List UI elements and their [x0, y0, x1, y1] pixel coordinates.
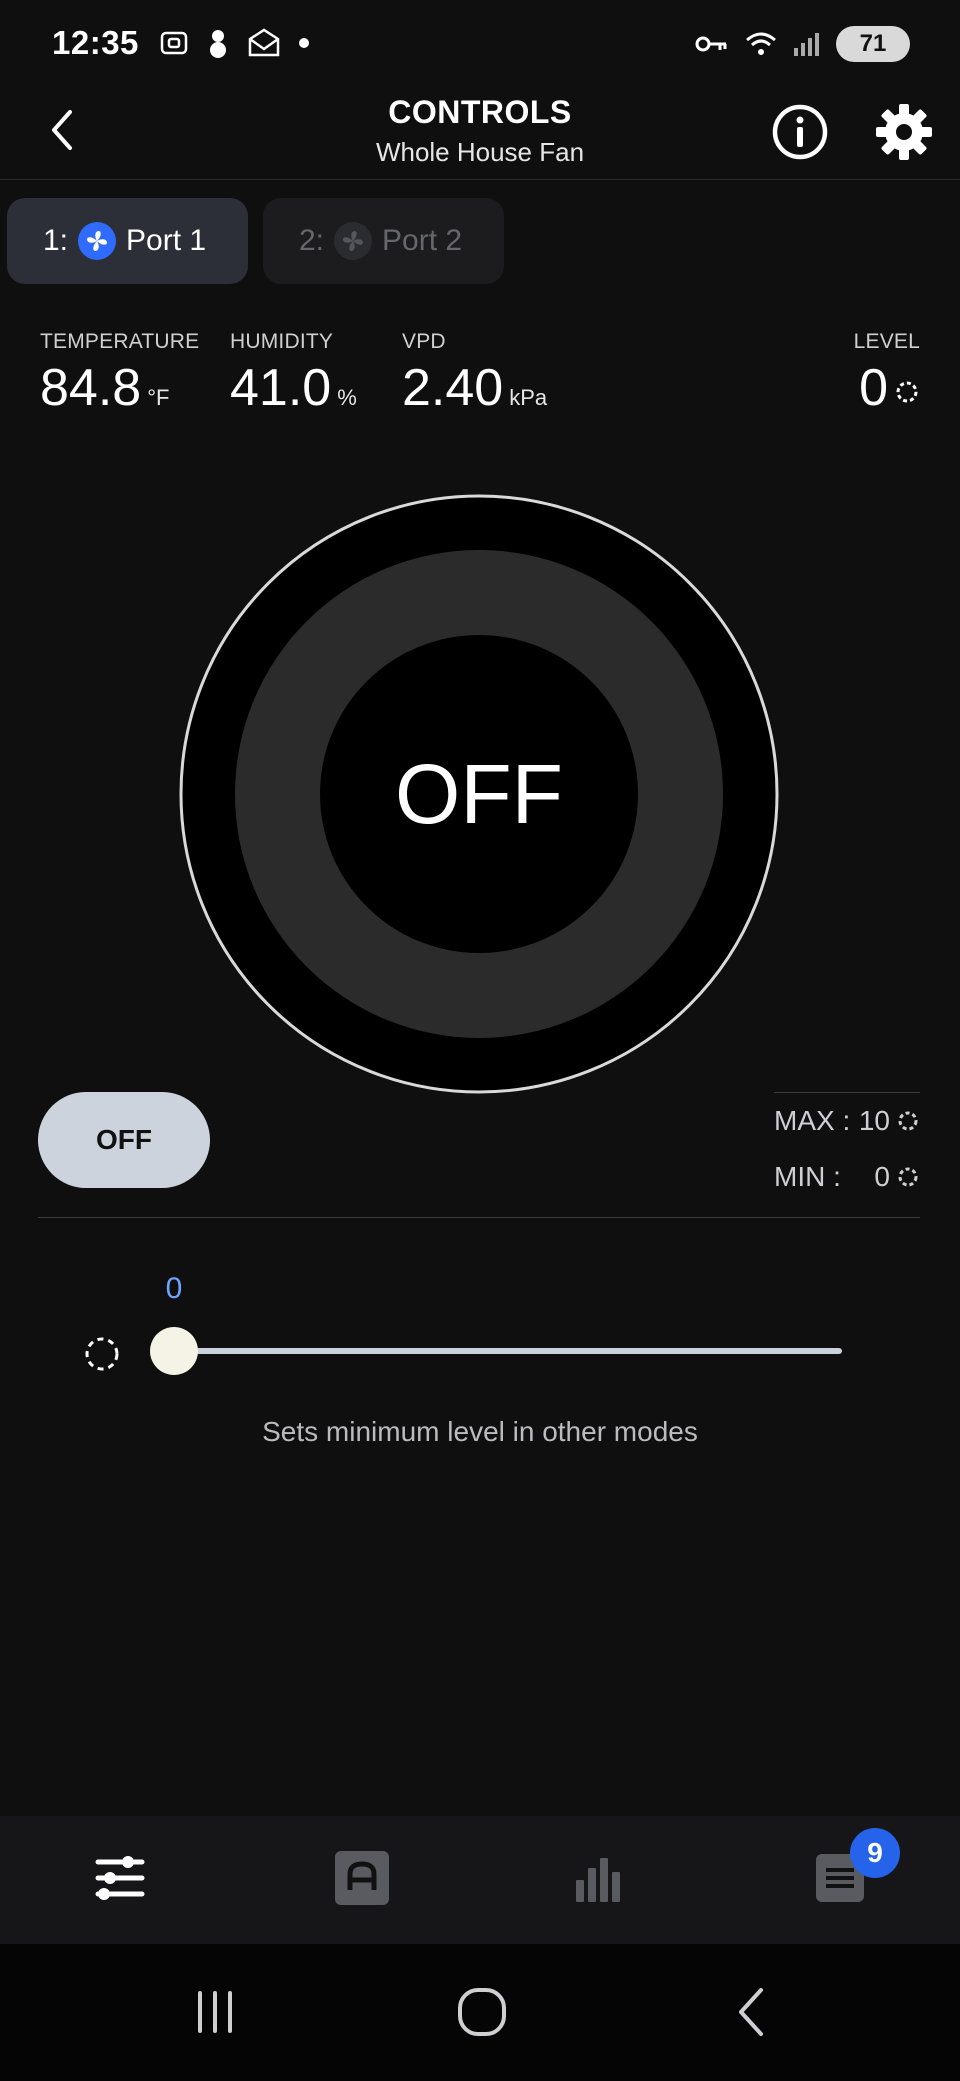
slider-value: 0 [165, 1272, 183, 1305]
gear-icon [876, 104, 932, 160]
port-number: 1: [43, 224, 69, 257]
dial-state-text: OFF [395, 746, 563, 841]
vpd-unit: kPa [509, 385, 548, 410]
tab-controls[interactable] [88, 1846, 152, 1910]
recent-apps-button[interactable] [180, 1982, 250, 2042]
mode-off-button[interactable]: OFF [38, 1092, 210, 1188]
home-icon [458, 1988, 506, 2036]
status-icons-left [158, 27, 312, 59]
max-label: MAX : [774, 1105, 851, 1136]
snowman-icon [210, 30, 226, 58]
vpd-value: 2.40 [402, 359, 504, 417]
wifi-icon [746, 32, 776, 55]
notification-badge: 9 [850, 1828, 900, 1878]
temperature-unit: °F [147, 385, 170, 410]
bottom-tab-bar [0, 1816, 960, 1944]
slider-track[interactable] [174, 1348, 842, 1354]
min-value: 0 [874, 1161, 890, 1192]
level-label: LEVEL [853, 330, 920, 353]
level-value: 0 [859, 359, 888, 417]
temperature-reading: TEMPERATURE 84.8 °F [40, 330, 199, 418]
signal-icon [794, 33, 819, 56]
port-label: Port 2 [382, 224, 463, 257]
humidity-label: HUMIDITY [230, 330, 334, 353]
level-dial[interactable]: OFF [179, 494, 779, 1094]
app-header: CONTROLS Whole House Fan [0, 88, 960, 180]
temperature-label: TEMPERATURE [40, 330, 200, 353]
slider-hint: Sets minimum level in other modes [262, 1416, 698, 1447]
humidity-value: 41.0 [230, 359, 332, 417]
status-icons-right: 71 [694, 26, 910, 62]
humidity-unit: % [337, 385, 357, 410]
tab-automation[interactable] [330, 1846, 394, 1910]
vpd-reading: VPD 2.40 kPa [402, 330, 547, 418]
controls-screen: 12:35 71 CONTROLS Whole House Fan 1: Por… [0, 0, 960, 2081]
port-number: 2: [299, 224, 325, 257]
level-dial-icon [898, 1167, 918, 1187]
system-nav-bar [0, 1944, 960, 2081]
mail-icon [248, 28, 280, 57]
bar-chart-icon [576, 1858, 620, 1902]
level-dial-icon [85, 1337, 119, 1371]
home-button[interactable] [447, 1982, 517, 2042]
status-bar: 12:35 71 [0, 0, 960, 88]
limits-panel: MAX : 10 MIN : 0 [774, 1092, 920, 1205]
level-dial-icon [898, 1111, 918, 1131]
info-button[interactable] [770, 102, 830, 162]
port-tab-1[interactable]: 1: Port 1 [7, 198, 248, 284]
humidity-reading: HUMIDITY 41.0 % [230, 330, 357, 418]
battery-level: 71 [859, 30, 887, 57]
fan-icon [78, 222, 117, 260]
divider [38, 1217, 920, 1218]
temperature-value: 84.8 [40, 359, 142, 417]
key-icon [695, 36, 727, 52]
slider-thumb[interactable] [150, 1327, 198, 1375]
level-dial-icon [896, 381, 918, 403]
battery-icon: 71 [836, 26, 910, 62]
vpd-label: VPD [402, 330, 446, 353]
min-label: MIN : [774, 1161, 841, 1192]
system-back-button[interactable] [716, 1982, 786, 2042]
sliders-icon [95, 1856, 145, 1900]
min-row[interactable]: MIN : 0 [774, 1149, 920, 1205]
max-value: 10 [858, 1105, 890, 1136]
info-icon [772, 104, 828, 160]
chevron-left-icon [739, 1988, 763, 2036]
max-row[interactable]: MAX : 10 [774, 1093, 920, 1149]
tab-data[interactable] [568, 1846, 632, 1910]
settings-button[interactable] [874, 102, 934, 162]
recent-apps-icon [198, 1991, 232, 2033]
screenshot-icon [160, 31, 188, 55]
dot-icon [299, 38, 309, 48]
automation-icon [335, 1851, 389, 1905]
fan-icon [334, 222, 373, 260]
level-reading: LEVEL 0 [854, 330, 920, 418]
port-label: Port 1 [126, 224, 207, 257]
port-tab-2[interactable]: 2: Port 2 [263, 198, 504, 284]
status-time: 12:35 [52, 24, 139, 61]
